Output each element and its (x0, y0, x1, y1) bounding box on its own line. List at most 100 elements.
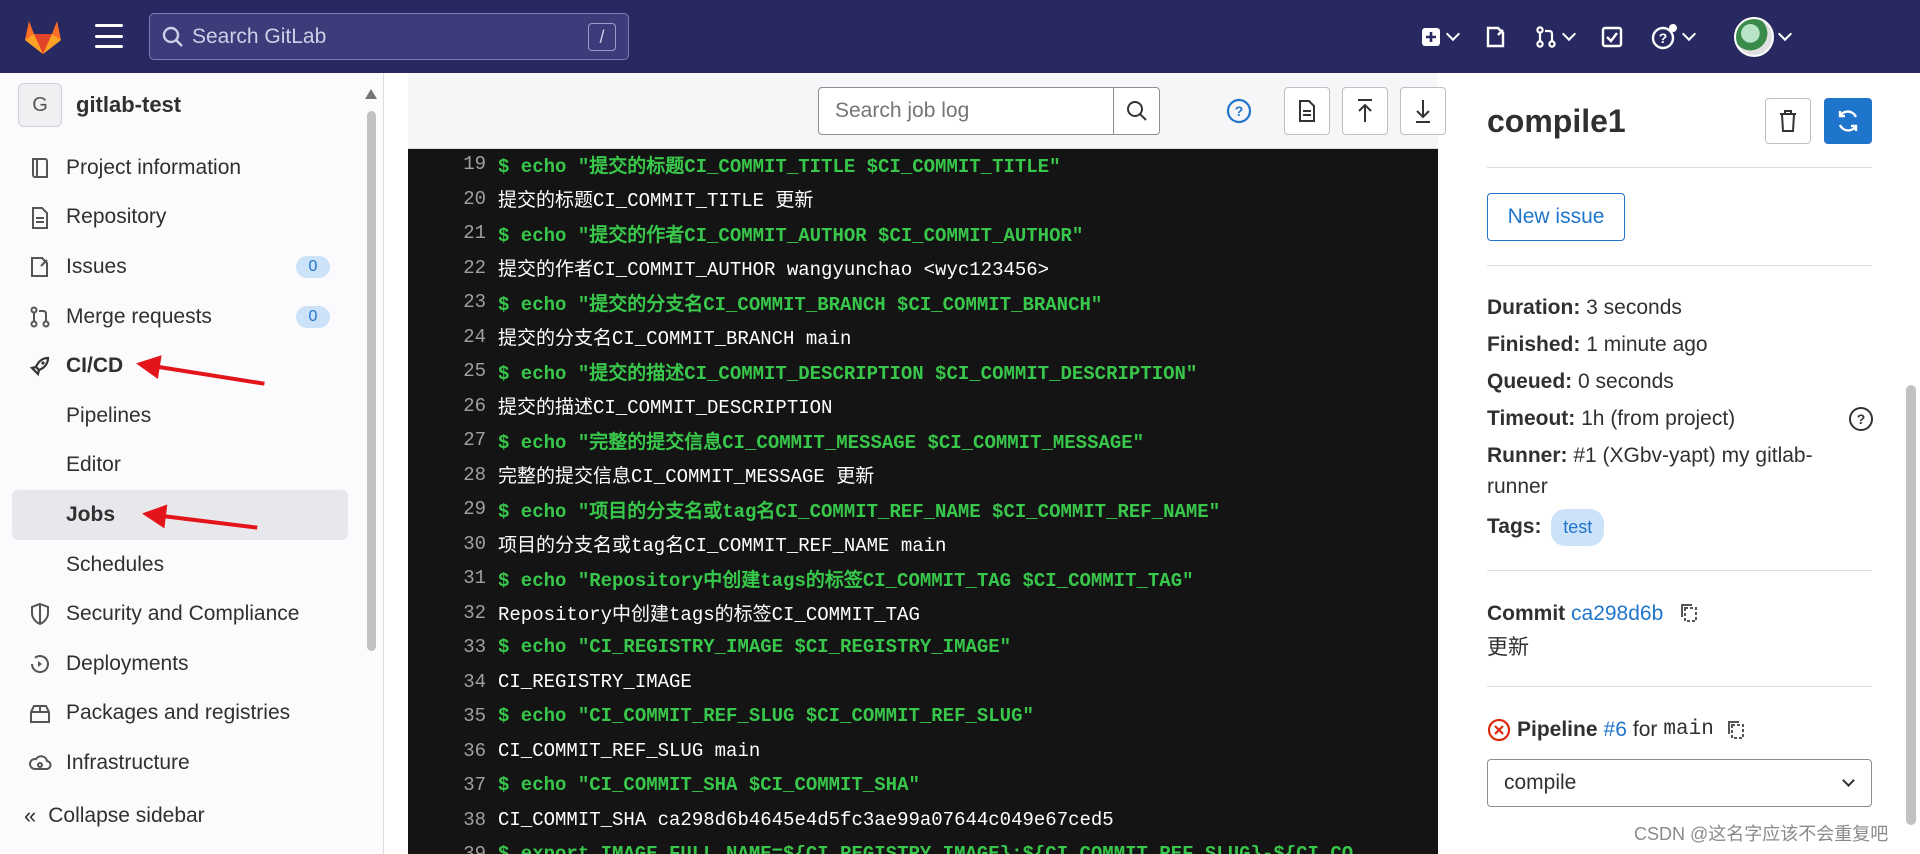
log-line-number[interactable]: 39 (408, 843, 498, 854)
log-line-number[interactable]: 21 (408, 222, 498, 244)
sidebar-subitem-jobs[interactable]: Jobs (12, 490, 348, 540)
log-line-text: 项目的分支名或tag名CI_COMMIT_REF_NAME main (498, 535, 947, 558)
log-line-number[interactable]: 28 (408, 464, 498, 486)
log-line-number[interactable]: 20 (408, 188, 498, 210)
job-runner: Runner: #1 (XGbv-yapt) my gitlab-runner (1487, 444, 1813, 498)
sidebar-item-label: Jobs (66, 502, 116, 526)
project-sidebar: G gitlab-test Project information Reposi… (0, 73, 384, 854)
sidebar-item-label: Issues (66, 254, 127, 278)
sidebar-item-packages-and-registries[interactable]: Packages and registries (12, 689, 348, 739)
sidebar-item-label: Repository (66, 205, 167, 229)
sidebar-subitem-pipelines[interactable]: Pipelines (12, 391, 348, 441)
page-scrollbar[interactable] (1902, 73, 1920, 854)
log-line-text: $ echo "提交的作者CI_COMMIT_AUTHOR $CI_COMMIT… (498, 224, 1084, 247)
log-line-number[interactable]: 37 (408, 774, 498, 796)
log-line-text: CI_COMMIT_SHA ca298d6b4645e4d5fc3ae99a07… (498, 808, 1114, 831)
log-line-number[interactable]: 26 (408, 395, 498, 417)
search-shortcut-key: / (588, 23, 616, 51)
log-line-number[interactable]: 30 (408, 533, 498, 555)
scroll-top-icon (1358, 99, 1372, 122)
job-details-sidebar: compile1 New issue Duration: 3 seconds F… (1462, 73, 1902, 854)
log-line-text: $ echo "CI_COMMIT_SHA $CI_COMMIT_SHA" (498, 774, 920, 797)
sidebar-scrollbar[interactable] (365, 89, 377, 651)
log-line-number[interactable]: 31 (408, 567, 498, 589)
log-line-number[interactable]: 35 (408, 705, 498, 727)
help-dropdown[interactable]: ? (1650, 23, 1697, 51)
issues-shortcut[interactable] (1484, 25, 1508, 49)
search-job-log-field[interactable] (818, 87, 1160, 135)
sidebar-item-infrastructure[interactable]: Infrastructure (12, 738, 348, 788)
sidebar-item-ci-cd[interactable]: CI/CD (12, 341, 348, 391)
divider (1487, 265, 1872, 266)
user-menu-dropdown[interactable] (1734, 16, 1793, 57)
commit-sha-link[interactable]: ca298d6b (1571, 602, 1663, 625)
merge-requests-dropdown[interactable] (1534, 25, 1577, 49)
project-header[interactable]: G gitlab-test (18, 83, 181, 127)
log-line-number[interactable]: 34 (408, 671, 498, 693)
copy-icon[interactable] (1679, 602, 1699, 624)
log-line: 39$ export IMAGE_FULL_NAME=${CI_REGISTRY… (408, 837, 1438, 854)
log-line: 22 提交的作者CI_COMMIT_AUTHOR wangyunchao <wyc… (408, 251, 1438, 286)
svg-text:?: ? (1659, 30, 1668, 46)
sidebar-subitem-editor[interactable]: Editor (12, 441, 348, 491)
log-line-number[interactable]: 29 (408, 498, 498, 520)
copy-icon[interactable] (1726, 719, 1746, 741)
log-line-number[interactable]: 23 (408, 291, 498, 313)
sidebar-item-merge-requests[interactable]: Merge requests 0 (12, 292, 348, 342)
log-line-number[interactable]: 32 (408, 602, 498, 624)
search-gitlab-input[interactable]: Search GitLab / (149, 13, 629, 60)
scroll-to-bottom-button[interactable] (1400, 87, 1446, 135)
log-line: 25 $ echo "提交的描述CI_COMMIT_DESCRIPTION $CI… (408, 354, 1438, 389)
log-line-number[interactable]: 22 (408, 257, 498, 279)
log-line-number[interactable]: 19 (408, 153, 498, 175)
todos-shortcut[interactable] (1600, 25, 1624, 49)
log-line-number[interactable]: 24 (408, 326, 498, 348)
log-line: 34 CI_REGISTRY_IMAGE (408, 665, 1438, 700)
collapse-sidebar-label: Collapse sidebar (48, 804, 205, 827)
sidebar-subitem-schedules[interactable]: Schedules (12, 540, 348, 590)
search-job-log-input[interactable] (819, 99, 1109, 123)
scroll-to-top-button[interactable] (1342, 87, 1388, 135)
sidebar-item-repository[interactable]: Repository (12, 193, 348, 243)
new-issue-button[interactable]: New issue (1487, 193, 1625, 241)
gitlab-logo-icon[interactable] (22, 15, 64, 57)
collapse-sidebar-button[interactable]: « Collapse sidebar (24, 803, 205, 829)
erase-job-log-button[interactable] (1765, 98, 1811, 144)
log-line-number[interactable]: 38 (408, 809, 498, 831)
log-line-number[interactable]: 36 (408, 740, 498, 762)
log-line-number[interactable]: 27 (408, 429, 498, 451)
log-line: 29 $ echo "项目的分支名或tag名CI_COMMIT_REF_NAME … (408, 492, 1438, 527)
search-icon (1126, 101, 1147, 121)
show-raw-log-button[interactable] (1284, 87, 1330, 135)
sidebar-item-project-information[interactable]: Project information (12, 143, 348, 193)
sidebar-item-issues[interactable]: Issues 0 (12, 242, 348, 292)
log-line-text: CI_REGISTRY_IMAGE (498, 670, 692, 693)
pipeline-branch[interactable]: main (1663, 714, 1713, 745)
divider (1487, 167, 1872, 168)
timeout-help-icon[interactable]: ? (1848, 406, 1874, 432)
main-menu-icon[interactable] (95, 24, 123, 48)
help-icon[interactable]: ? (1226, 98, 1252, 124)
scroll-bottom-icon (1416, 100, 1430, 123)
log-line-number[interactable]: 25 (408, 360, 498, 382)
tag-badge[interactable]: test (1551, 509, 1605, 546)
search-placeholder: Search GitLab (192, 24, 327, 48)
pipeline-link[interactable]: #6 (1604, 714, 1627, 745)
sidebar-item-security-and-compliance[interactable]: Security and Compliance (12, 589, 348, 639)
retry-job-button[interactable] (1824, 98, 1872, 144)
log-line-number[interactable]: 33 (408, 636, 498, 658)
sidebar-item-deployments[interactable]: Deployments (12, 639, 348, 689)
search-job-log-button[interactable] (1113, 88, 1159, 134)
project-avatar: G (18, 83, 62, 127)
log-line-text: $ echo "CI_COMMIT_REF_SLUG $CI_COMMIT_RE… (498, 705, 1034, 728)
log-line-text: 完整的提交信息CI_COMMIT_MESSAGE 更新 (498, 466, 875, 489)
create-new-dropdown[interactable] (1420, 26, 1461, 48)
job-timeout: Timeout: 1h (from project) (1487, 407, 1736, 430)
project-name: gitlab-test (76, 92, 182, 117)
cloud-gear-icon (29, 755, 52, 771)
document-icon (32, 206, 48, 229)
log-line: 32 Repository中创建tags的标签CI_COMMIT_TAG (408, 596, 1438, 631)
stage-select[interactable]: compile (1487, 759, 1872, 807)
log-line-text: 提交的描述CI_COMMIT_DESCRIPTION (498, 397, 833, 420)
chevron-down-icon (1842, 774, 1855, 787)
